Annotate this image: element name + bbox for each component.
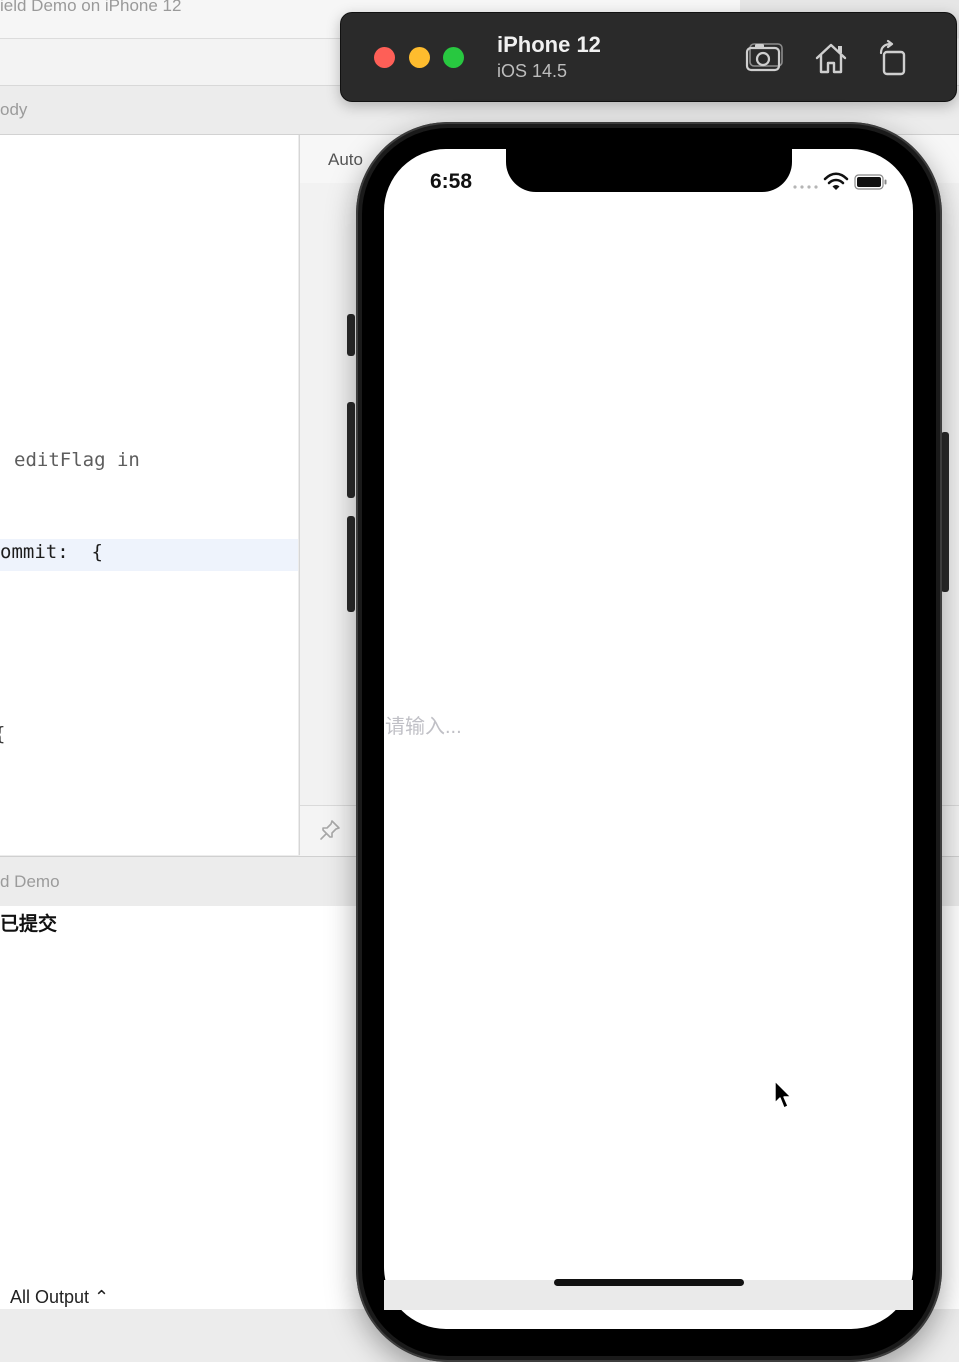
power-button [941,432,949,592]
wifi-icon [823,172,849,190]
output-filter-select[interactable]: All Output ⌃ [10,1287,109,1308]
home-indicator[interactable] [554,1279,744,1286]
text-input-placeholder: 请输入... [385,716,462,738]
code-line-edit-flag[interactable]: editFlag in [14,449,140,471]
device-name: iPhone 12 [497,32,601,57]
rotate-icon[interactable] [873,39,913,77]
code-line-commit[interactable]: ommit: { [0,541,103,563]
maximize-button[interactable] [443,47,464,68]
screenshot-icon[interactable] [744,39,784,77]
text-input-field[interactable]: 请输入... [385,710,865,742]
volume-down-button [347,516,355,612]
canvas-label[interactable]: Auto [328,150,363,170]
os-version: iOS 14.5 [497,61,568,81]
battery-icon [854,174,887,190]
close-button[interactable] [374,47,395,68]
notch [506,140,792,192]
debug-area-title: d Demo [0,872,60,891]
status-time: 6:58 [430,170,473,193]
mouse-cursor-icon [774,1080,792,1109]
code-line-brace[interactable]: { [0,723,5,745]
volume-up-button [347,402,355,498]
simulator-toolbar: iPhone 12 iOS 14.5 [340,12,957,102]
console-line: 已提交 [0,914,58,935]
code-editor[interactable]: editFlag in ommit: { { [0,135,298,855]
home-icon[interactable] [811,39,851,77]
mute-switch [347,314,355,356]
xcode-window-title: ield Demo on iPhone 12 [0,0,182,15]
minimize-button[interactable] [409,47,430,68]
pin-icon[interactable] [318,818,342,842]
cellular-dots-icon [793,185,818,189]
jump-bar-label[interactable]: ody [0,100,27,120]
